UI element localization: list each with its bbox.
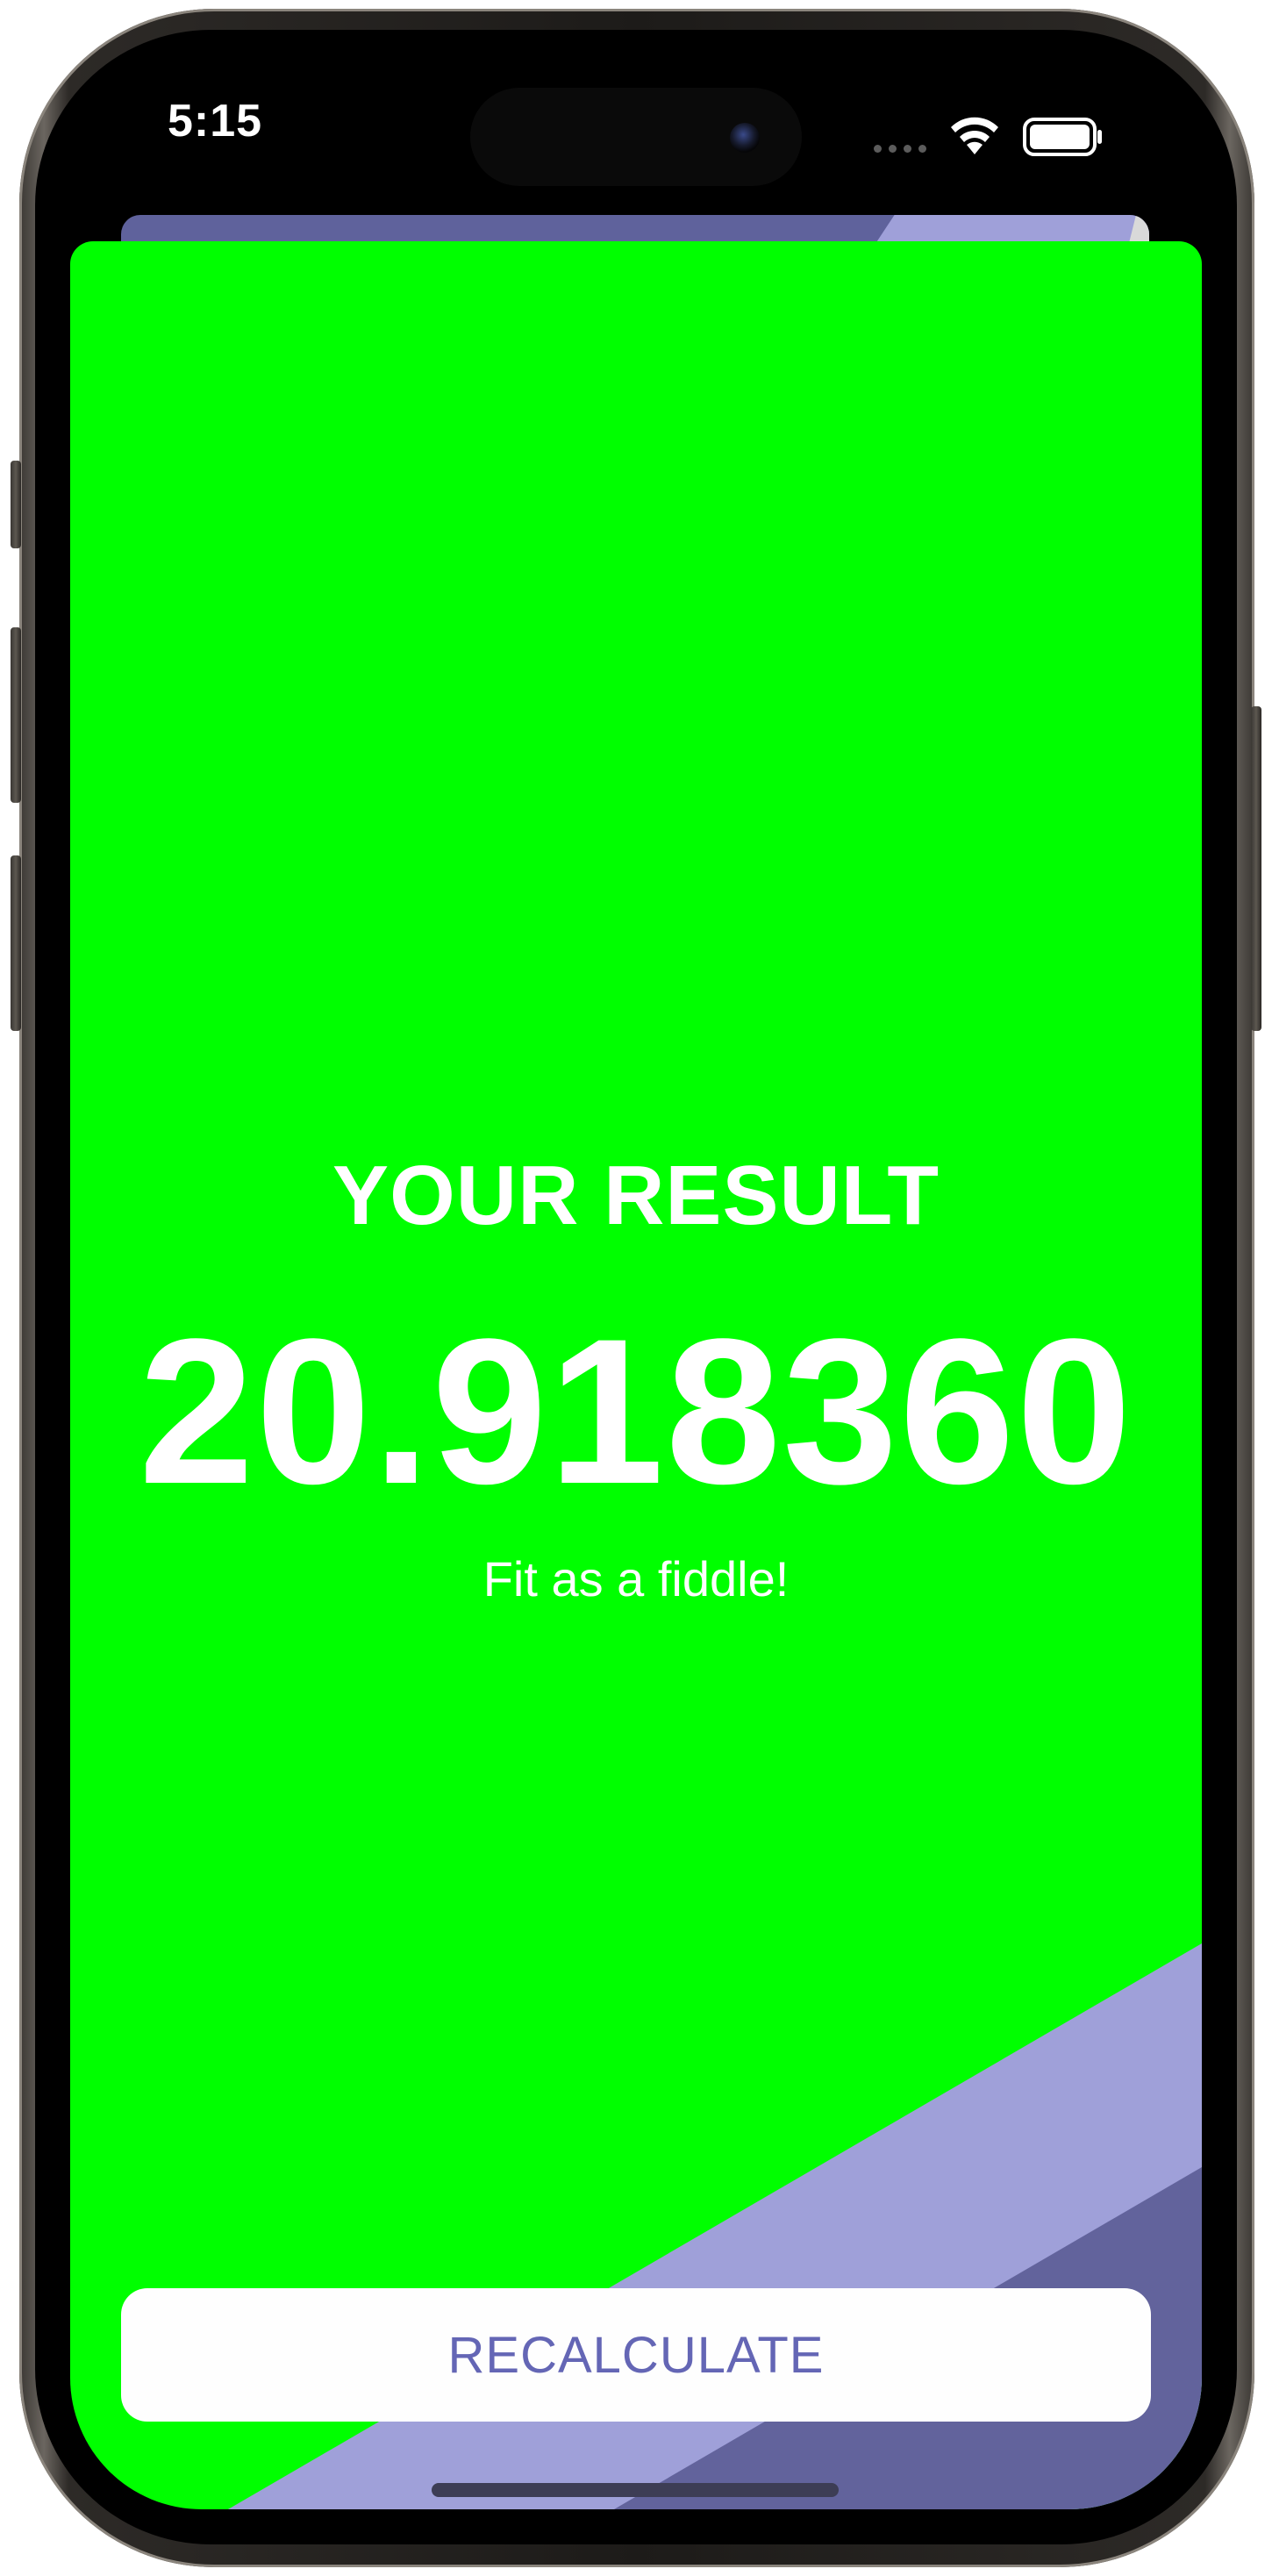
wifi-icon — [947, 114, 1002, 161]
signal-dots-icon — [874, 145, 926, 153]
result-sheet: YOUR RESULT 20.918360 Fit as a fiddle! R… — [70, 241, 1202, 2509]
camera-icon — [730, 123, 760, 153]
action-button — [11, 461, 21, 548]
status-time: 5:15 — [167, 96, 263, 147]
home-indicator[interactable] — [432, 2483, 839, 2497]
power-button — [1251, 706, 1261, 1031]
result-advice: Fit as a fiddle! — [482, 1551, 790, 1606]
result-title: YOUR RESULT — [332, 1148, 940, 1242]
volume-down-button — [11, 855, 21, 1031]
battery-icon — [1023, 118, 1104, 161]
volume-up-button — [11, 627, 21, 803]
result-value: 20.918360 — [139, 1296, 1133, 1528]
recalculate-button[interactable]: RECALCULATE — [121, 2288, 1151, 2422]
